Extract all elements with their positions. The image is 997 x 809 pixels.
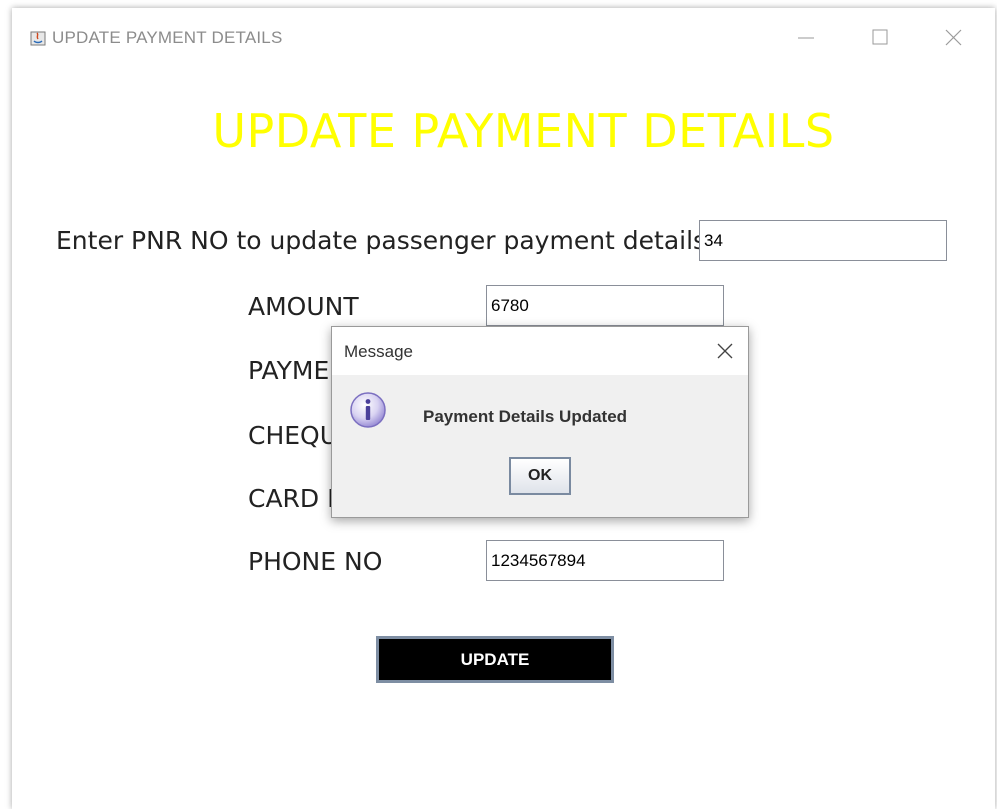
window-title: UPDATE PAYMENT DETAILS — [52, 28, 283, 47]
window-titlebar[interactable]: UPDATE PAYMENT DETAILS — [12, 8, 995, 68]
close-icon — [945, 29, 962, 46]
phone-no-label: PHONE NO — [248, 547, 383, 576]
minimize-icon — [798, 37, 814, 39]
payment-mode-label: PAYME — [248, 356, 330, 385]
amount-label: AMOUNT — [248, 292, 359, 321]
window-close-button[interactable] — [934, 22, 974, 54]
card-no-label: CARD I — [248, 484, 335, 513]
phone-no-input[interactable] — [486, 540, 724, 581]
page-heading: UPDATE PAYMENT DETAILS — [212, 104, 835, 158]
message-dialog: Message Payment Details Updated OK — [331, 326, 749, 518]
dialog-title: Message — [344, 342, 413, 361]
pnr-label: Enter PNR NO to update passenger payment… — [56, 226, 707, 255]
update-payment-window: UPDATE PAYMENT DETAILS UPDATE PAYMENT DE… — [12, 8, 995, 809]
update-button[interactable]: UPDATE — [376, 636, 614, 683]
minimize-button[interactable] — [786, 22, 826, 54]
pnr-input[interactable] — [699, 220, 947, 261]
maximize-button[interactable] — [860, 22, 900, 54]
amount-input[interactable] — [486, 285, 724, 326]
dialog-titlebar[interactable]: Message — [332, 327, 748, 375]
dialog-close-button[interactable] — [708, 335, 742, 367]
dialog-message: Payment Details Updated — [423, 407, 628, 426]
cheque-no-label: CHEQU — [248, 421, 339, 450]
info-icon — [350, 392, 386, 428]
java-app-icon — [30, 31, 46, 46]
close-icon — [717, 343, 733, 359]
ok-button[interactable]: OK — [509, 457, 571, 495]
maximize-icon — [872, 29, 888, 45]
